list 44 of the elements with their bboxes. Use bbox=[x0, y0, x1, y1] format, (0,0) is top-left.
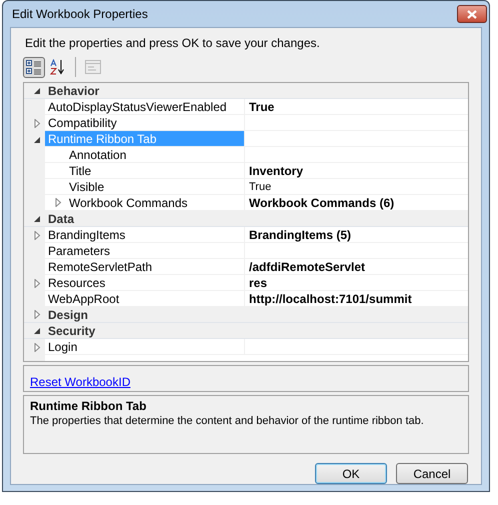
description-title: Runtime Ribbon Tab bbox=[30, 399, 148, 414]
close-button[interactable] bbox=[457, 5, 487, 23]
property-value[interactable]: True bbox=[249, 100, 274, 114]
property-pages-icon bbox=[85, 60, 101, 74]
property-name[interactable]: BrandingItems bbox=[45, 227, 245, 243]
property-value[interactable]: Workbook Commands (6) bbox=[249, 196, 394, 210]
property-value[interactable]: /adfdiRemoteServlet bbox=[249, 260, 366, 274]
reset-link[interactable]: Reset WorkbookID bbox=[30, 375, 130, 389]
property-value[interactable]: True bbox=[249, 180, 272, 194]
expand-arrow-icon[interactable] bbox=[34, 310, 41, 319]
dialog-button[interactable]: Cancel bbox=[396, 463, 468, 484]
category-header[interactable]: Design bbox=[24, 307, 468, 323]
property-value[interactable]: http://localhost:7101/summit bbox=[249, 292, 412, 306]
property-value[interactable]: Inventory bbox=[249, 164, 304, 178]
close-icon bbox=[467, 10, 477, 18]
collapse-arrow-icon[interactable] bbox=[34, 326, 41, 335]
property-name[interactable]: Resources bbox=[45, 275, 245, 291]
property-name[interactable]: Title bbox=[45, 163, 245, 179]
expand-arrow-icon[interactable] bbox=[34, 278, 41, 288]
description-text: The properties that determine the content and behavior of the runtime ribbon tab. bbox=[30, 414, 425, 428]
property-name[interactable]: Login bbox=[45, 339, 245, 355]
collapse-arrow-icon[interactable] bbox=[34, 214, 41, 223]
property-value[interactable]: res bbox=[249, 276, 268, 290]
category-header[interactable]: Security bbox=[24, 323, 468, 339]
category-header[interactable]: Behavior bbox=[24, 83, 468, 99]
property-name[interactable]: AutoDisplayStatusViewerEnabled bbox=[45, 99, 245, 115]
property-name[interactable]: Parameters bbox=[45, 243, 245, 259]
expand-arrow-icon[interactable] bbox=[34, 230, 41, 240]
collapse-arrow-icon[interactable] bbox=[34, 86, 41, 95]
instruction-text: Edit the properties and press OK to save your changes. bbox=[25, 36, 321, 50]
categorized-view-button[interactable] bbox=[23, 56, 45, 78]
expand-arrow-icon[interactable] bbox=[55, 198, 62, 207]
property-name[interactable]: Visible bbox=[45, 179, 245, 195]
dialog-button[interactable]: OK bbox=[315, 463, 387, 484]
property-name[interactable]: RemoteServletPath bbox=[45, 259, 245, 275]
expand-arrow-icon[interactable] bbox=[34, 118, 41, 128]
property-name[interactable]: Annotation bbox=[45, 147, 245, 163]
category-header[interactable]: Data bbox=[24, 211, 468, 227]
expand-arrow-icon[interactable] bbox=[34, 342, 41, 352]
window-title: Edit Workbook Properties bbox=[12, 6, 148, 23]
collapse-arrow-icon[interactable] bbox=[34, 134, 41, 144]
categorized-icon bbox=[26, 59, 42, 75]
sort-icon bbox=[50, 59, 66, 75]
property-value[interactable]: BrandingItems (5) bbox=[249, 228, 352, 242]
